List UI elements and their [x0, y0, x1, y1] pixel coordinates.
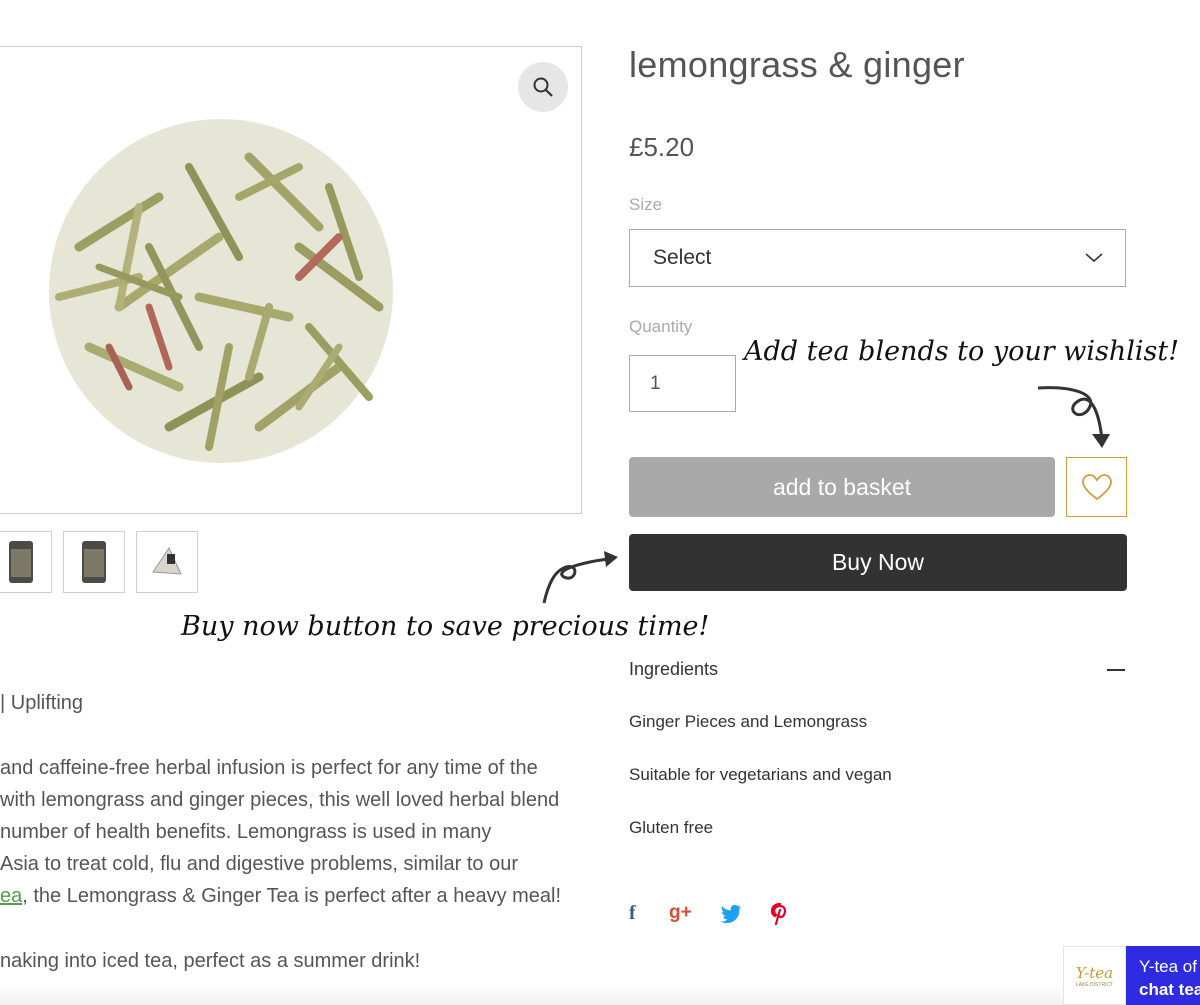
product-main-image[interactable] — [0, 46, 582, 514]
size-label: Size — [629, 195, 663, 214]
minus-icon[interactable] — [1107, 669, 1125, 671]
chevron-down-icon — [1085, 253, 1103, 263]
quantity-input[interactable]: 1 — [629, 355, 736, 412]
related-tea-link[interactable]: ea — [0, 885, 22, 907]
brand-logo-subtext: LAKE DISTRICT — [1075, 981, 1114, 988]
google-plus-icon[interactable]: g+ — [669, 902, 692, 924]
add-to-basket-button[interactable]: add to basket — [629, 457, 1055, 517]
description-line: ea, the Lemongrass & Ginger Tea is perfe… — [0, 885, 561, 908]
tea-tin-image — [9, 541, 33, 583]
thumbnail-3[interactable] — [136, 531, 198, 593]
zoom-button[interactable] — [518, 62, 568, 112]
ingredient-line: Ginger Pieces and Lemongrass — [629, 712, 868, 731]
product-title: lemongrass & ginger — [629, 44, 965, 85]
description-tagline: | Uplifting — [0, 692, 84, 714]
buy-now-annotation: Buy now button to save precious time! — [181, 611, 710, 642]
tea-tin-image — [82, 541, 106, 583]
ingredient-line: Suitable for vegetarians and vegan — [629, 765, 892, 784]
twitter-icon[interactable] — [720, 905, 742, 923]
thumbnail-1[interactable] — [0, 531, 52, 593]
description-line: with lemongrass and ginger pieces, this … — [0, 789, 560, 811]
brand-logo-text: Y-tea — [1075, 963, 1114, 982]
description-line: Asia to treat cold, flu and digestive pr… — [0, 853, 519, 875]
thumbnail-2[interactable] — [63, 531, 125, 593]
quantity-label: Quantity — [629, 317, 693, 336]
wishlist-button[interactable] — [1066, 457, 1127, 517]
pinterest-icon[interactable] — [771, 903, 789, 925]
wishlist-annotation: Add tea blends to your wishlist! — [744, 336, 1180, 367]
product-price: £5.20 — [629, 132, 695, 162]
chat-logo[interactable]: Y-tea LAKE DISTRICT — [1063, 946, 1126, 1005]
chat-line-2: chat tea — [1139, 980, 1200, 999]
lemongrass-leaves-image — [49, 119, 393, 463]
chat-line-1: Y-tea of — [1139, 957, 1197, 976]
buy-now-button[interactable]: Buy Now — [629, 534, 1127, 591]
curly-arrow-down-icon — [1037, 386, 1110, 448]
description-line: number of health benefits. Lemongrass is… — [0, 821, 492, 843]
size-select[interactable]: Select — [629, 229, 1126, 287]
tea-bag-image — [152, 546, 182, 575]
magnifier-icon — [533, 77, 553, 97]
size-selected-value: Select — [653, 246, 712, 269]
description-line-rest: , the Lemongrass & Ginger Tea is perfect… — [22, 885, 562, 907]
ingredient-line: Gluten free — [629, 818, 714, 837]
heart-icon — [1081, 473, 1112, 500]
page-bottom-fade — [0, 985, 1063, 1005]
curly-arrow-right-icon — [542, 551, 618, 604]
ingredients-title[interactable]: Ingredients — [629, 659, 718, 680]
chat-widget[interactable]: Y-tea of chat tea — [1126, 946, 1200, 1005]
facebook-icon[interactable]: f — [629, 902, 636, 925]
description-line: naking into iced tea, perfect as a summe… — [0, 950, 421, 972]
description-line: and caffeine-free herbal infusion is per… — [0, 757, 538, 779]
